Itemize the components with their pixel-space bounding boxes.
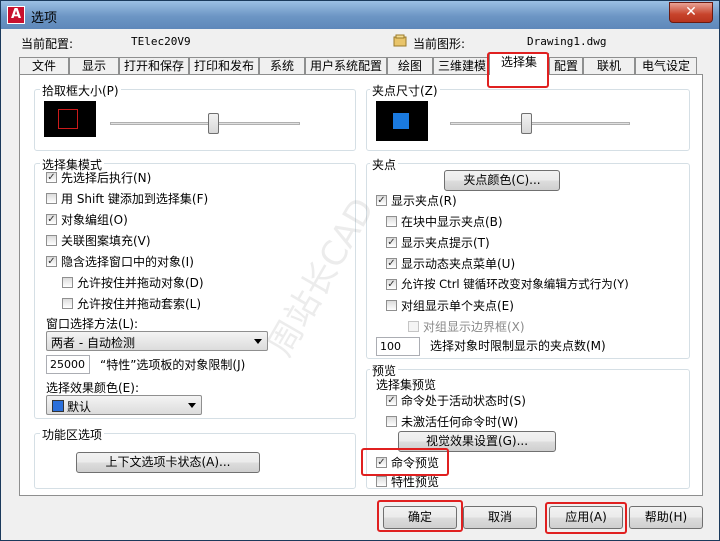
contextual-tab-states-button[interactable]: 上下文选项卡状态(A)... bbox=[76, 452, 260, 473]
checkbox-press-drag-lasso[interactable] bbox=[62, 298, 73, 309]
tab-selection[interactable]: 选择集 bbox=[489, 53, 549, 75]
label-bbox-groups: 对组显示边界框(X) bbox=[423, 320, 525, 334]
tab-open-save[interactable]: 打开和保存 bbox=[119, 57, 189, 74]
title-bar[interactable]: A 选项 ✕ bbox=[1, 1, 719, 29]
window-method-value: 两者 - 自动检测 bbox=[51, 336, 135, 350]
label-property-preview: 特性预览 bbox=[391, 475, 440, 489]
tab-display[interactable]: 显示 bbox=[69, 57, 119, 74]
visual-effect-settings-button[interactable]: 视觉效果设置(G)... bbox=[398, 431, 556, 452]
grip-limit-label: 选择对象时限制显示的夹点数(M) bbox=[430, 339, 606, 353]
label-shift-add: 用 Shift 键添加到选择集(F) bbox=[61, 192, 209, 206]
grip-limit-input[interactable]: 100 bbox=[376, 337, 420, 356]
grip-size-slider-track[interactable] bbox=[450, 122, 630, 125]
options-dialog: A 选项 ✕ 当前配置: TElec20V9 当前图形: Drawing1.dw… bbox=[0, 0, 720, 541]
checkbox-grips-in-blocks[interactable] bbox=[386, 216, 397, 227]
tab-user-preferences[interactable]: 用户系统配置 bbox=[305, 57, 387, 74]
label-press-drag-lasso: 允许按住并拖动套索(L) bbox=[77, 297, 202, 311]
checkbox-grip-tips[interactable]: ✓ bbox=[386, 237, 397, 248]
drawing-value: Drawing1.dwg bbox=[527, 35, 607, 48]
pickbox-preview bbox=[44, 101, 96, 137]
chevron-down-icon bbox=[254, 339, 262, 344]
effect-color-select[interactable]: 默认 bbox=[46, 395, 202, 415]
checkbox-implied-window[interactable]: ✓ bbox=[46, 256, 57, 267]
ok-button[interactable]: 确定 bbox=[383, 506, 457, 529]
grip-size-preview bbox=[376, 101, 428, 141]
apply-button[interactable]: 应用(A) bbox=[549, 506, 623, 529]
pickbox-square-icon bbox=[58, 109, 78, 129]
color-swatch-icon bbox=[52, 400, 64, 412]
cancel-button[interactable]: 取消 bbox=[463, 506, 537, 529]
tab-electrical[interactable]: 电气设定 bbox=[635, 57, 697, 74]
checkbox-assoc-hatch[interactable] bbox=[46, 235, 57, 246]
chevron-down-icon bbox=[188, 403, 196, 408]
label-grips-in-blocks: 在块中显示夹点(B) bbox=[401, 215, 503, 229]
grip-size-slider-thumb[interactable] bbox=[520, 113, 532, 134]
checkbox-object-grouping[interactable]: ✓ bbox=[46, 214, 57, 225]
tab-content-panel: 拾取框大小(P) 夹点尺寸(Z) 选择集模式 ✓ 先选择后执行(N) 用 Shi… bbox=[19, 74, 703, 496]
checkbox-noun-verb[interactable]: ✓ bbox=[46, 172, 57, 183]
drawing-file-icon bbox=[393, 34, 407, 48]
tab-files[interactable]: 文件 bbox=[19, 57, 69, 74]
checkbox-show-grips[interactable]: ✓ bbox=[376, 195, 387, 206]
grip-square-icon bbox=[393, 113, 409, 129]
selection-preview-title: 选择集预览 bbox=[376, 378, 437, 392]
pickbox-slider-thumb[interactable] bbox=[208, 113, 220, 134]
pickbox-slider-track[interactable] bbox=[110, 122, 300, 125]
profile-value: TElec20V9 bbox=[131, 35, 191, 48]
checkbox-shift-add[interactable] bbox=[46, 193, 57, 204]
autocad-logo-icon: A bbox=[7, 6, 25, 24]
effect-color-value: 默认 bbox=[67, 400, 92, 414]
checkbox-bbox-groups[interactable] bbox=[408, 321, 419, 332]
profile-label: 当前配置: bbox=[21, 37, 74, 51]
label-command-preview: 命令预览 bbox=[391, 456, 440, 470]
close-button[interactable]: ✕ bbox=[669, 2, 713, 23]
tab-3d-modeling[interactable]: 三维建模 bbox=[433, 57, 491, 74]
tab-drafting[interactable]: 绘图 bbox=[387, 57, 433, 74]
tab-system[interactable]: 系统 bbox=[259, 57, 305, 74]
checkbox-command-preview[interactable]: ✓ bbox=[376, 457, 387, 468]
checkbox-property-preview[interactable] bbox=[376, 476, 387, 487]
label-object-grouping: 对象编组(O) bbox=[61, 213, 128, 227]
property-limit-input[interactable]: 25000 bbox=[46, 355, 90, 374]
pickbox-title: 拾取框大小(P) bbox=[40, 82, 121, 99]
checkbox-dynamic-grip-menu[interactable]: ✓ bbox=[386, 258, 397, 269]
label-command-active: 命令处于活动状态时(S) bbox=[401, 394, 526, 408]
label-assoc-hatch: 关联图案填充(V) bbox=[61, 234, 151, 248]
tab-plot-publish[interactable]: 打印和发布 bbox=[189, 57, 259, 74]
checkbox-no-command[interactable] bbox=[386, 416, 397, 427]
label-ctrl-cycling: 允许按 Ctrl 键循环改变对象编辑方式行为(Y) bbox=[401, 277, 629, 291]
effect-color-label: 选择效果颜色(E): bbox=[46, 381, 139, 395]
checkbox-command-active[interactable]: ✓ bbox=[386, 395, 397, 406]
window-method-label: 窗口选择方法(L): bbox=[46, 317, 139, 331]
label-press-drag-object: 允许按住并拖动对象(D) bbox=[77, 276, 204, 290]
label-grip-tips: 显示夹点提示(T) bbox=[401, 236, 490, 250]
checkbox-press-drag-object[interactable] bbox=[62, 277, 73, 288]
property-limit-label: “特性”选项板的对象限制(J) bbox=[100, 358, 246, 372]
checkbox-ctrl-cycling[interactable]: ✓ bbox=[386, 279, 397, 290]
drawing-label: 当前图形: bbox=[413, 37, 466, 51]
label-single-grip-groups: 对组显示单个夹点(E) bbox=[401, 299, 514, 313]
ribbon-options-title: 功能区选项 bbox=[40, 426, 105, 443]
tab-profiles[interactable]: 配置 bbox=[549, 57, 583, 74]
grip-colors-button[interactable]: 夹点颜色(C)... bbox=[444, 170, 560, 191]
window-title: 选项 bbox=[31, 11, 58, 26]
label-show-grips: 显示夹点(R) bbox=[391, 194, 457, 208]
label-noun-verb: 先选择后执行(N) bbox=[61, 171, 152, 185]
help-button[interactable]: 帮助(H) bbox=[629, 506, 703, 529]
tab-online[interactable]: 联机 bbox=[583, 57, 635, 74]
grip-size-title: 夹点尺寸(Z) bbox=[370, 82, 440, 99]
window-method-select[interactable]: 两者 - 自动检测 bbox=[46, 331, 268, 351]
label-dynamic-grip-menu: 显示动态夹点菜单(U) bbox=[401, 257, 516, 271]
checkbox-single-grip-groups[interactable] bbox=[386, 300, 397, 311]
label-no-command: 未激活任何命令时(W) bbox=[401, 415, 519, 429]
label-implied-window: 隐含选择窗口中的对象(I) bbox=[61, 255, 194, 269]
grips-title: 夹点 bbox=[370, 156, 399, 173]
